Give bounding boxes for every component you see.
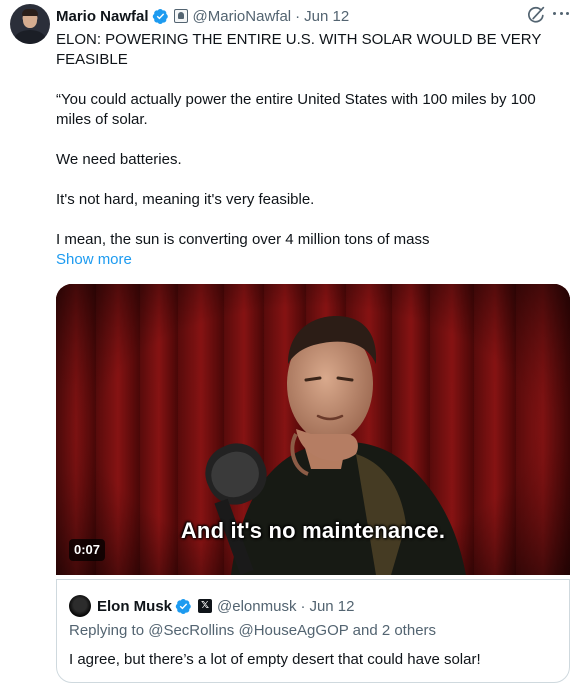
video-caption: And it's no maintenance. — [180, 518, 446, 543]
more-dot — [553, 12, 556, 15]
quoted-author-name[interactable]: Elon Musk — [97, 598, 172, 615]
author-name[interactable]: Mario Nawfal — [56, 8, 149, 25]
tweet-paragraph: I mean, the sun is converting over 4 mil… — [56, 231, 430, 248]
verified-badge-icon — [175, 598, 191, 614]
avatar-hair — [22, 9, 38, 16]
quoted-tweet[interactable]: Elon Musk 𝕏 @elonmusk · Jun 12 Replying … — [56, 579, 570, 683]
more-dot — [566, 12, 569, 15]
quoted-author-avatar[interactable] — [69, 595, 91, 617]
more-options-icon[interactable] — [553, 12, 569, 16]
tweet-paragraph: ELON: POWERING THE ENTIRE U.S. WITH SOLA… — [56, 31, 542, 68]
quoted-tweet-date[interactable]: Jun 12 — [309, 598, 354, 615]
author-handle[interactable]: @MarioNawfal — [193, 8, 292, 25]
tweet[interactable]: Mario Nawfal @MarioNawfal · Jun 12 ELON:… — [0, 0, 574, 688]
tweet-paragraph: It's not hard, meaning it's very feasibl… — [56, 191, 315, 208]
affiliate-badge-icon[interactable] — [173, 9, 188, 23]
quoted-author-handle[interactable]: @elonmusk — [217, 598, 296, 615]
quoted-tweet-header: Elon Musk 𝕏 @elonmusk · Jun 12 — [97, 595, 355, 617]
quoted-reply-context[interactable]: Replying to @SecRollins @HouseAgGOP and … — [69, 622, 436, 639]
grok-icon[interactable] — [527, 6, 545, 24]
video-player[interactable]: And it's no maintenance. 0:07 — [56, 284, 570, 575]
verified-badge-icon — [152, 8, 168, 24]
quoted-tweet-text: I agree, but there’s a lot of empty dese… — [69, 651, 481, 668]
show-more-link[interactable]: Show more — [56, 250, 564, 270]
video-duration-badge: 0:07 — [69, 539, 106, 561]
quoted-header-separator: · — [300, 597, 306, 615]
tweet-paragraph: “You could actually power the entire Uni… — [56, 91, 536, 128]
author-avatar[interactable] — [10, 4, 50, 44]
header-separator: · — [295, 7, 301, 25]
more-dot — [559, 12, 563, 15]
x-logo-icon[interactable]: 𝕏 — [198, 599, 213, 613]
tweet-paragraph: We need batteries. — [56, 151, 182, 168]
tweet-text: ELON: POWERING THE ENTIRE U.S. WITH SOLA… — [56, 30, 564, 270]
tweet-header: Mario Nawfal @MarioNawfal · Jun 12 — [56, 5, 349, 27]
avatar-shoulders — [14, 30, 46, 44]
tweet-date[interactable]: Jun 12 — [304, 8, 349, 25]
